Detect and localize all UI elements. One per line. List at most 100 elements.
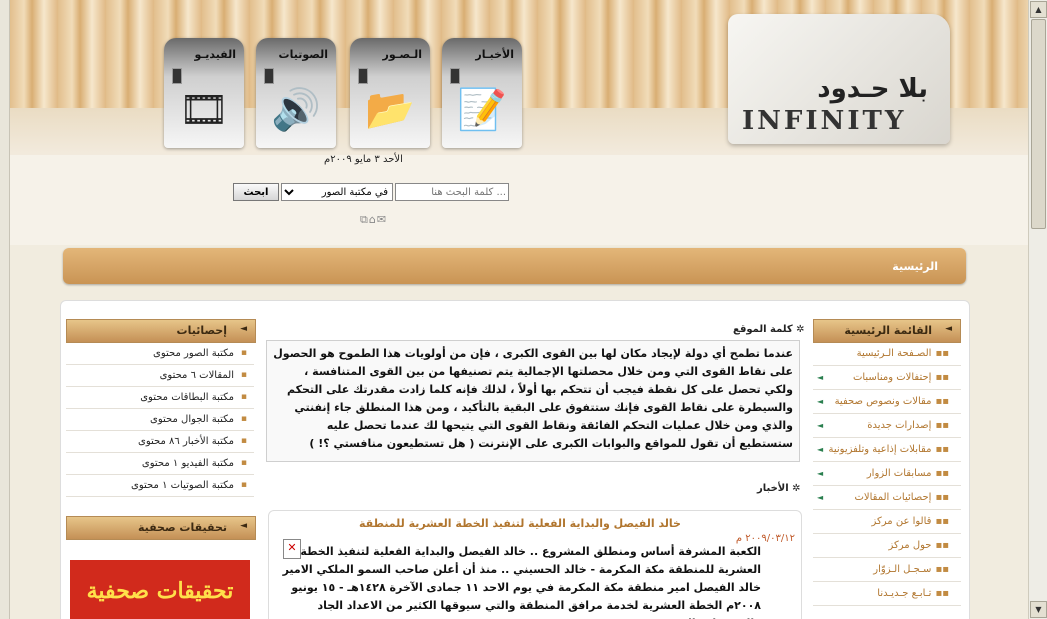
- bullet-icon: ▪▪: [935, 348, 949, 359]
- menu-item-interviews[interactable]: ◄ ▪▪مقابلات إذاعية وتلفزيونية: [813, 438, 961, 462]
- stats-item-label: المقالات ٦ محتوى: [159, 370, 234, 381]
- site-logo[interactable]: بلا حـدود INFINITY: [728, 14, 950, 144]
- reports-banner[interactable]: تحقيقات صحفية: [70, 560, 250, 619]
- home-icon[interactable]: ⌂: [369, 213, 377, 226]
- bullet-icon: ▪▪: [935, 492, 949, 503]
- tab-news[interactable]: الأخبـار 📝: [442, 38, 522, 148]
- search-input[interactable]: [395, 183, 509, 201]
- menu-item-label: حول مركز: [888, 540, 932, 551]
- menu-item-label: إحتفالات ومناسبات: [852, 372, 932, 383]
- welcome-section-title: ✲ كلمة الموقع: [733, 324, 805, 335]
- menu-item-celebrations[interactable]: ◄ ▪▪إحتفالات ومناسبات: [813, 366, 961, 390]
- bullet-icon: ▪: [240, 370, 247, 380]
- stats-box-header: إحصائيات ◄: [66, 319, 256, 343]
- stats-item-label: مكتبة الصوتيات ١ محتوى: [131, 480, 234, 491]
- menu-item-articles[interactable]: ◄ ▪▪مقالات ونصوص صحفية: [813, 390, 961, 414]
- main-nav-bar: الرئيسية: [63, 248, 966, 284]
- quick-links: ⧉⌂✉: [360, 213, 387, 227]
- mail-icon[interactable]: ✉: [377, 213, 387, 226]
- bullet-icon: ▪: [240, 392, 247, 402]
- menu-item-testimonials[interactable]: ▪▪قالوا عن مركز: [813, 510, 961, 534]
- news-item: خالد الفيصل والبداية الفعلية لتنفيذ الخط…: [268, 510, 802, 619]
- browser-page: بلا حـدود INFINITY الفيديـو 🎞 الصوتيات 🔊…: [0, 0, 1047, 619]
- expand-arrow-icon[interactable]: ◄: [817, 414, 823, 437]
- stats-list: ▪ مكتبة الصور محتوى ▪ المقالات ٦ محتوى ▪ مك…: [66, 343, 254, 497]
- sitemap-icon[interactable]: ⧉: [360, 213, 369, 226]
- sparkle-icon: ✲: [796, 324, 805, 335]
- speaker-icon: 🔊: [271, 87, 321, 133]
- sparkle-icon: ✲: [792, 483, 801, 494]
- menu-item-guestbook[interactable]: ▪▪سـجـل الـزوّار: [813, 558, 961, 582]
- expand-arrow-icon[interactable]: ◄: [817, 462, 823, 485]
- stats-item: ▪ مكتبة الأخبار ٨٦ محتوى: [66, 431, 254, 453]
- menu-item-label: مقالات ونصوص صحفية: [834, 396, 932, 407]
- tab-news-label: الأخبـار: [475, 48, 514, 61]
- bullet-icon: ▪▪: [935, 444, 949, 455]
- bullet-icon: ▪: [240, 348, 247, 358]
- menu-item-label: إصدارات جديدة: [867, 420, 932, 431]
- nav-home-link[interactable]: الرئيسية: [892, 260, 938, 273]
- menu-item-follow[interactable]: ▪▪تـابـع جـديـدنا: [813, 582, 961, 606]
- bullet-icon: ▪: [240, 414, 247, 424]
- bullet-icon: ▪▪: [935, 564, 949, 575]
- bullet-icon: ▪▪: [935, 396, 949, 407]
- stats-title: إحصائيات: [176, 324, 227, 337]
- chevron-left-icon: ◄: [240, 521, 247, 531]
- stats-item: ▪ مكتبة الصور محتوى: [66, 343, 254, 365]
- scroll-up-arrow-icon[interactable]: ▲: [1030, 1, 1047, 18]
- bullet-icon: ▪▪: [935, 372, 949, 383]
- bullet-icon: ▪▪: [935, 468, 949, 479]
- photo-folder-icon: 📂: [365, 87, 415, 133]
- logo-arabic-text: بلا حـدود: [817, 74, 928, 104]
- stats-item-label: مكتبة الصور محتوى: [153, 348, 234, 359]
- logo-english-text: INFINITY: [742, 106, 907, 136]
- expand-arrow-icon[interactable]: ◄: [817, 438, 823, 461]
- news-body-text: الكعبة المشرفة أساس ومنطلق المشروع .. خا…: [282, 545, 761, 619]
- welcome-title-text: كلمة الموقع: [733, 324, 793, 335]
- tab-audio[interactable]: الصوتيات 🔊: [256, 38, 336, 148]
- expand-arrow-icon[interactable]: ◄: [817, 390, 823, 413]
- current-date: الأحد ٣ مايو ٢٠٠٩م: [324, 154, 403, 165]
- bullet-icon: ▪: [240, 458, 247, 468]
- menu-item-label: مقابلات إذاعية وتلفزيونية: [828, 444, 932, 455]
- stats-item-label: مكتبة الأخبار ٨٦ محتوى: [138, 436, 234, 447]
- tab-badge-icon: [450, 68, 460, 84]
- reports-title: تحقيقات صحفية: [137, 521, 227, 534]
- stats-item-label: مكتبة الفيديو ١ محتوى: [141, 458, 234, 469]
- vertical-scrollbar[interactable]: ▲ ▼: [1028, 0, 1047, 619]
- tab-photos[interactable]: الـصـور 📂: [350, 38, 430, 148]
- news-title-text: الأخبار: [757, 483, 789, 494]
- tab-badge-icon: [172, 68, 182, 84]
- search-button[interactable]: ابحث: [233, 183, 279, 201]
- stats-item: ▪ مكتبة الفيديو ١ محتوى: [66, 453, 254, 475]
- menu-item-label: الصـفحة الـرئيسية: [856, 348, 932, 359]
- reports-box-header: تحقيقات صحفية ◄: [66, 516, 256, 540]
- menu-item-contests[interactable]: ◄ ▪▪مسابقات الزوار: [813, 462, 961, 486]
- main-menu-title: القائمة الرئيسية: [844, 324, 932, 337]
- menu-item-label: تـابـع جـديـدنا: [877, 588, 932, 599]
- expand-arrow-icon[interactable]: ◄: [817, 486, 823, 509]
- chevron-left-icon: ◄: [945, 324, 952, 334]
- news-headline-link[interactable]: خالد الفيصل والبداية الفعلية لتنفيذ الخط…: [359, 517, 681, 530]
- stats-item-label: مكتبة الجوال محتوى: [150, 414, 234, 425]
- tab-photos-label: الـصـور: [382, 48, 423, 61]
- stats-item: ▪ المقالات ٦ محتوى: [66, 365, 254, 387]
- main-menu-header: القائمة الرئيسية ◄: [813, 319, 961, 343]
- film-reel-icon: 🎞: [178, 87, 230, 133]
- menu-item-home[interactable]: ▪▪الصـفحة الـرئيسية: [813, 342, 961, 366]
- menu-item-releases[interactable]: ◄ ▪▪إصدارات جديدة: [813, 414, 961, 438]
- menu-item-label: إحصائيات المقالات: [854, 492, 932, 503]
- main-menu-list: ▪▪الصـفحة الـرئيسية ◄ ▪▪إحتفالات ومناسبات…: [813, 342, 961, 606]
- tab-badge-icon: [264, 68, 274, 84]
- menu-item-article-stats[interactable]: ◄ ▪▪إحصائيات المقالات: [813, 486, 961, 510]
- bullet-icon: ▪▪: [935, 516, 949, 527]
- scrollbar-thumb[interactable]: [1031, 19, 1046, 229]
- expand-arrow-icon[interactable]: ◄: [817, 366, 823, 389]
- stats-item: ▪ مكتبة الجوال محتوى: [66, 409, 254, 431]
- menu-item-about[interactable]: ▪▪حول مركز: [813, 534, 961, 558]
- stats-item: ▪ مكتبة البطاقات محتوى: [66, 387, 254, 409]
- bullet-icon: ▪▪: [935, 420, 949, 431]
- tab-video[interactable]: الفيديـو 🎞: [164, 38, 244, 148]
- scroll-down-arrow-icon[interactable]: ▼: [1030, 601, 1047, 618]
- search-scope-select[interactable]: في مكتبة الصور: [281, 183, 393, 201]
